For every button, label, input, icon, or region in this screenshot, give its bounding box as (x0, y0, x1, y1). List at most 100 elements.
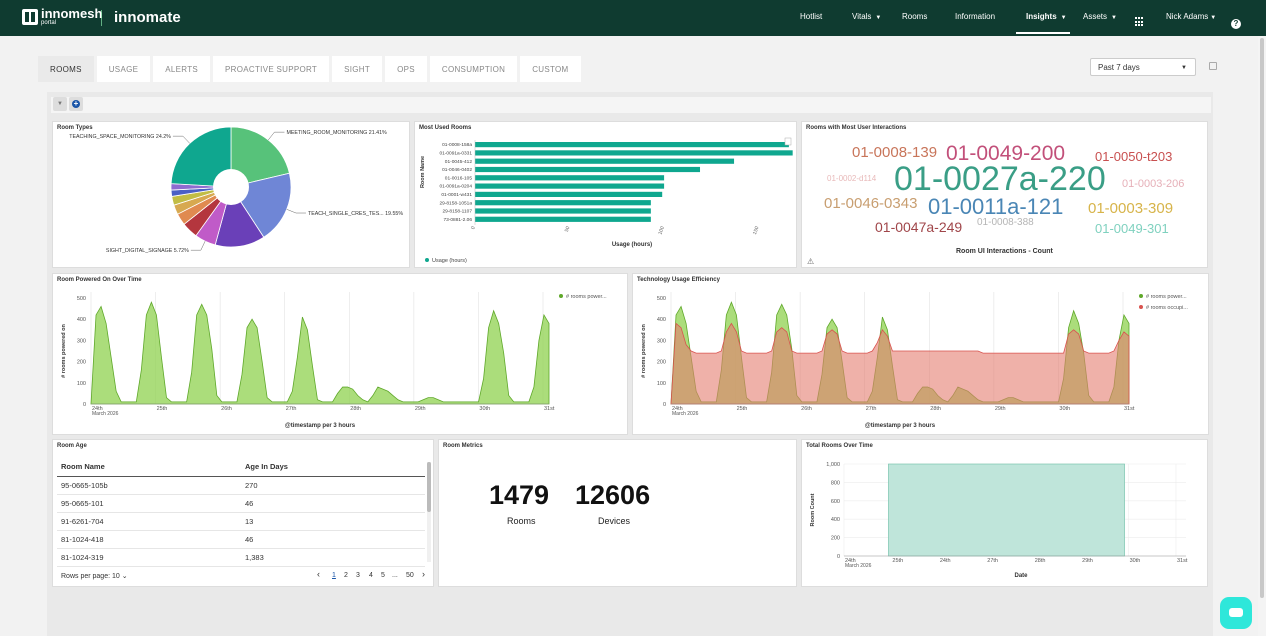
user-menu[interactable]: Nick Adams ▼ (1166, 12, 1216, 34)
x-axis-title: Usage (hours) (612, 242, 652, 248)
page-2[interactable]: 2 (344, 572, 348, 579)
next-page-icon[interactable]: › (422, 569, 425, 579)
total-rooms-area-chart: 02004006008001,00024th 25th 24th 27th 28th 29… (810, 462, 1188, 579)
panel-title: Rooms with Most User Interactions (806, 125, 907, 131)
time-range-select[interactable]: Past 7 days ▼ (1090, 58, 1196, 76)
cloud-word[interactable]: 01-0046-0343 (824, 195, 917, 212)
table-header-row: Room Name Age In Days (57, 458, 425, 477)
x-tick-label: 0 (470, 225, 477, 230)
time-range-value: Past 7 days (1098, 63, 1140, 72)
cell-age: 13 (241, 512, 425, 531)
table-row[interactable]: 95-0665-105b 270 (57, 476, 425, 495)
tab-proactive-support[interactable]: PROACTIVE SUPPORT (213, 56, 333, 82)
nav-information[interactable]: Information (955, 12, 995, 34)
column-header-room-name[interactable]: Room Name (57, 458, 241, 477)
y-tick-label: 100 (657, 381, 666, 387)
x-tick-label: 31st (1177, 558, 1188, 564)
x-tick-label: 26th (221, 406, 232, 412)
chevron-down-icon: ▼ (875, 15, 882, 21)
nav-insights-label: Insights (1026, 12, 1057, 21)
nav-vitals-label: Vitals (852, 12, 872, 21)
room-types-pie-chart: MEETING_ROOM_MONITORING 21.41% TEACH_SING… (69, 126, 403, 254)
tab-usage[interactable]: USAGE (96, 56, 154, 82)
rows-per-page-select[interactable]: Rows per page: 10 ⌄ (61, 572, 128, 580)
nav-hotlist[interactable]: Hotlist (800, 12, 822, 34)
nav-insights[interactable]: Insights ▼ (1016, 12, 1070, 34)
cloud-word[interactable]: 01-0008-388 (977, 217, 1034, 228)
cloud-word[interactable]: 01-0050-t203 (1095, 149, 1172, 164)
chevron-down-icon: ▼ (1210, 15, 1217, 21)
area-series (670, 322, 1130, 405)
y-axis-title: # rooms powered on (61, 323, 67, 377)
pie-slice-label: SIGHT_DIGITAL_SIGNAGE 5.72% (106, 248, 189, 254)
tab-custom[interactable]: CUSTOM (520, 56, 584, 82)
fullscreen-icon[interactable] (1209, 62, 1217, 70)
cloud-word[interactable]: 01-0049-301 (1095, 221, 1169, 236)
panel-room-metrics: Room Metrics 1479 Rooms 12606 Devices (438, 439, 797, 587)
cell-age: 270 (241, 476, 425, 495)
page-50[interactable]: 50 (406, 572, 414, 579)
innomesh-logo-icon[interactable] (22, 9, 38, 25)
cloud-word[interactable]: 01-0008-139 (852, 144, 937, 161)
apps-grid-icon[interactable] (1135, 17, 1145, 27)
x-tick-label: 24th (940, 558, 951, 564)
tab-rooms[interactable]: ROOMS (38, 56, 97, 82)
top-nav-bar: innomesh portal innomate Hotlist Vitals ▼… (0, 0, 1266, 36)
table-row[interactable]: 95-0665-101 46 (57, 494, 425, 513)
panel-room-types: Room Types MEETING_ROOM_MONITORING 21.41… (52, 121, 410, 268)
prev-page-icon[interactable]: ‹ (317, 569, 320, 579)
y-axis-title: # rooms powered on (641, 323, 647, 377)
nav-assets[interactable]: Assets ▼ (1083, 12, 1117, 34)
cloud-word[interactable]: 01-0003-309 (1088, 200, 1173, 217)
legend-label: # rooms power... (1146, 294, 1187, 300)
x-tick-sublabel: March 2026 (672, 411, 699, 417)
x-tick-label: 31st (544, 406, 555, 412)
page-3[interactable]: 3 (356, 572, 360, 579)
panel-title: Room Age (57, 443, 87, 449)
nav-assets-label: Assets (1083, 12, 1108, 21)
y-tick-label: 400 (657, 317, 666, 323)
bar-category-label: 01-0091a-0331 (439, 151, 472, 157)
x-tick-label: 29th (995, 406, 1006, 412)
table-row[interactable]: 81-1024-319 1,383 (57, 548, 425, 567)
help-icon[interactable]: ? (1231, 19, 1241, 29)
page-scrollbar[interactable] (1258, 36, 1266, 636)
y-tick-label: 300 (657, 338, 666, 344)
page-4[interactable]: 4 (369, 572, 373, 579)
bar-category-label: 01-0091a-0204 (439, 184, 472, 190)
efficiency-area-chart: 010020030040050024th 25th 26th 27th 28th 29th… (641, 292, 1188, 429)
panel-title: Total Rooms Over Time (806, 443, 873, 449)
product-name[interactable]: innomate (114, 9, 181, 26)
chat-icon[interactable] (1220, 597, 1252, 629)
logo-sub: portal (41, 20, 57, 26)
table-row[interactable]: 81-1024-418 46 (57, 530, 425, 549)
bar (475, 142, 789, 148)
cloud-word[interactable]: 01-0002-d114 (827, 174, 876, 183)
legend-swatch (559, 294, 563, 298)
tab-sight[interactable]: SIGHT (332, 56, 386, 82)
panel-most-used-rooms: Most Used Rooms 01-0008-158a 01-0091a-033… (414, 121, 797, 268)
pie-leader-line (268, 131, 285, 141)
tab-ops[interactable]: OPS (385, 56, 430, 82)
pie-slice-label: TEACH_SINGLE_CRES_TES... 19.55% (308, 211, 403, 217)
page-5[interactable]: 5 (381, 572, 385, 579)
nav-rooms[interactable]: Rooms (902, 12, 927, 34)
x-tick-label: 27th (866, 406, 877, 412)
tab-consumption[interactable]: CONSUMPTION (429, 56, 521, 82)
cell-age: 46 (241, 530, 425, 549)
column-header-age[interactable]: Age In Days (241, 458, 425, 477)
tab-alerts[interactable]: ALERTS (153, 56, 214, 82)
table-row[interactable]: 91-6261-704 13 (57, 512, 425, 531)
warning-icon[interactable]: ⚠ (807, 257, 814, 266)
cloud-word[interactable]: 01-0047a-249 (875, 219, 962, 235)
y-tick-label: 1,000 (826, 462, 840, 468)
table-scrollbar[interactable] (427, 462, 431, 562)
add-filter-icon[interactable] (69, 97, 83, 111)
cloud-word[interactable]: 01-0003-206 (1122, 178, 1184, 190)
rows-per-page-label: Rows per page: 10 (61, 573, 120, 580)
cell-room-name: 81-1024-319 (57, 548, 241, 567)
page-1[interactable]: 1 (332, 572, 336, 579)
filter-icon[interactable]: ▼ (53, 97, 67, 111)
nav-vitals[interactable]: Vitals ▼ (852, 12, 881, 34)
bar (475, 183, 665, 189)
